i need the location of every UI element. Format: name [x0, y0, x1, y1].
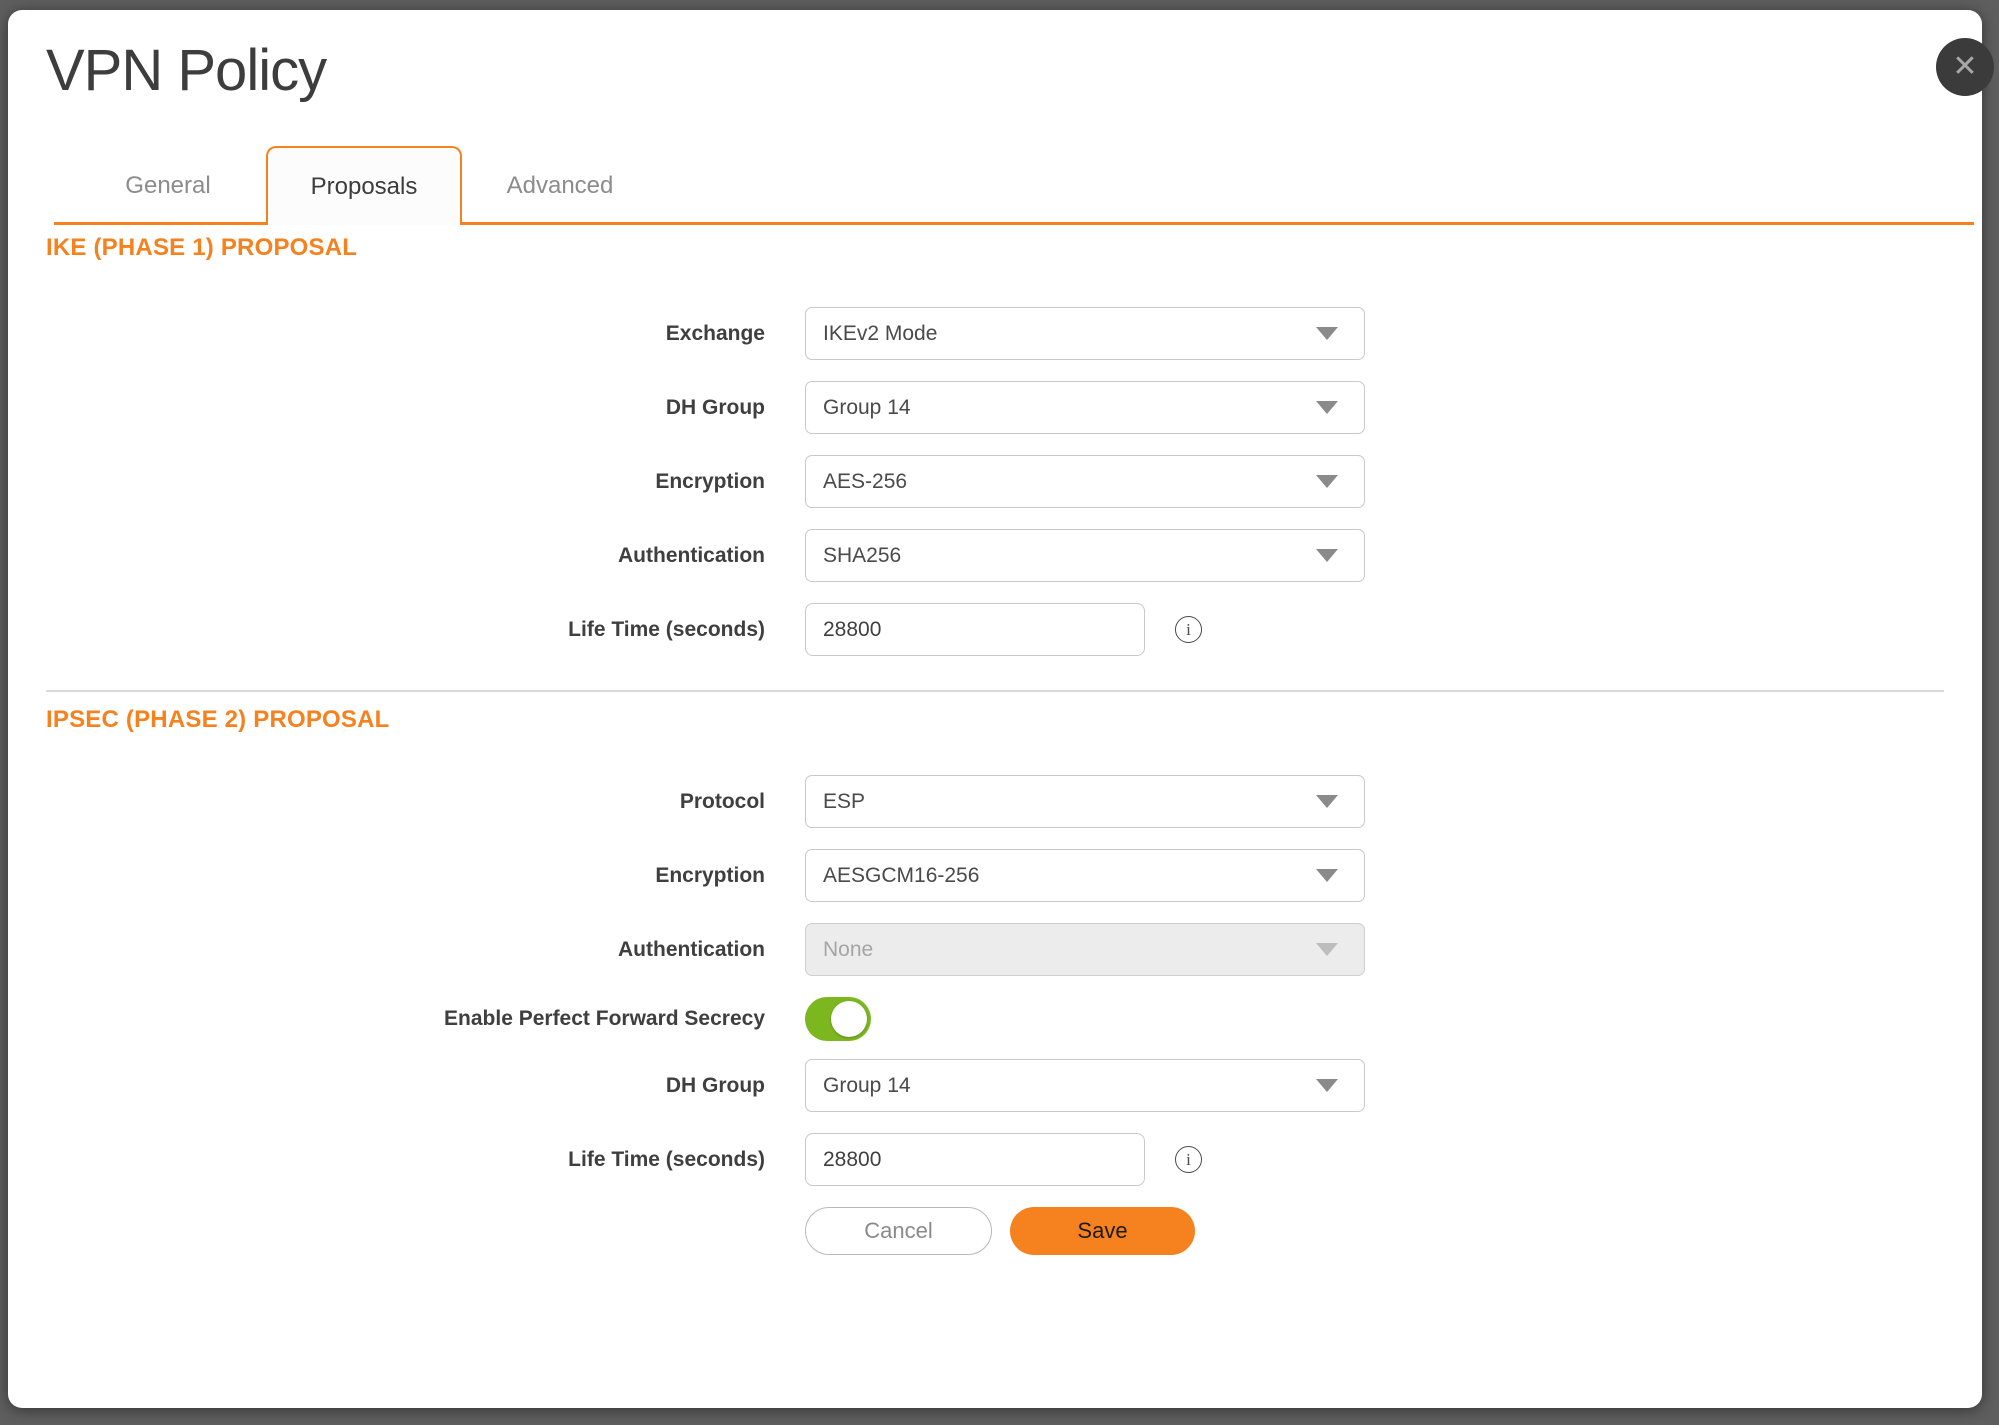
ike-dh-group-value: Group 14 — [823, 396, 911, 420]
ipsec-dh-group-label: DH Group — [46, 1074, 805, 1098]
ipsec-protocol-value: ESP — [823, 790, 865, 814]
ipsec-pfs-row: Enable Perfect Forward Secrecy — [46, 997, 1944, 1041]
info-icon: i — [1175, 616, 1202, 643]
tab-bar: General Proposals Advanced — [70, 146, 1974, 225]
ipsec-lifetime-row: Life Time (seconds) i — [46, 1133, 1944, 1186]
info-icon: i — [1175, 1146, 1202, 1173]
ipsec-encryption-row: Encryption AESGCM16-256 — [46, 849, 1944, 902]
ipsec-encryption-label: Encryption — [46, 864, 805, 888]
tab-advanced[interactable]: Advanced — [462, 146, 658, 225]
ipsec-protocol-label: Protocol — [46, 790, 805, 814]
ike-authentication-value: SHA256 — [823, 544, 901, 568]
tab-proposals[interactable]: Proposals — [266, 146, 462, 225]
tab-proposals-label: Proposals — [311, 173, 418, 201]
action-buttons-row: Cancel Save — [46, 1207, 1944, 1255]
ike-exchange-label: Exchange — [46, 322, 805, 346]
ike-authentication-label: Authentication — [46, 544, 805, 568]
ipsec-authentication-label: Authentication — [46, 938, 805, 962]
close-icon: ✕ — [1952, 50, 1977, 83]
ike-encryption-label: Encryption — [46, 470, 805, 494]
chevron-down-icon — [1316, 401, 1338, 414]
chevron-down-icon — [1316, 327, 1338, 340]
chevron-down-icon — [1316, 943, 1338, 956]
ike-encryption-value: AES-256 — [823, 470, 907, 494]
tab-general-label: General — [125, 172, 210, 200]
info-icon-glyph: i — [1186, 1151, 1191, 1168]
save-button[interactable]: Save — [1010, 1207, 1195, 1255]
ipsec-authentication-dropdown: None — [805, 923, 1365, 976]
chevron-down-icon — [1316, 549, 1338, 562]
ike-exchange-row: Exchange IKEv2 Mode — [46, 307, 1944, 360]
ipsec-encryption-dropdown[interactable]: AESGCM16-256 — [805, 849, 1365, 902]
ipsec-lifetime-input[interactable] — [805, 1133, 1145, 1186]
ipsec-dh-group-value: Group 14 — [823, 1074, 911, 1098]
toggle-knob — [831, 1001, 867, 1037]
ike-dh-group-row: DH Group Group 14 — [46, 381, 1944, 434]
ike-dh-group-dropdown[interactable]: Group 14 — [805, 381, 1365, 434]
section-divider — [46, 690, 1944, 692]
ike-lifetime-input[interactable] — [805, 603, 1145, 656]
ike-encryption-row: Encryption AES-256 — [46, 455, 1944, 508]
chevron-down-icon — [1316, 475, 1338, 488]
ike-exchange-value: IKEv2 Mode — [823, 322, 937, 346]
ike-dh-group-label: DH Group — [46, 396, 805, 420]
ipsec-protocol-dropdown[interactable]: ESP — [805, 775, 1365, 828]
ike-encryption-dropdown[interactable]: AES-256 — [805, 455, 1365, 508]
ike-exchange-dropdown[interactable]: IKEv2 Mode — [805, 307, 1365, 360]
ipsec-authentication-value: None — [823, 938, 873, 962]
ipsec-protocol-row: Protocol ESP — [46, 775, 1944, 828]
ike-lifetime-row: Life Time (seconds) i — [46, 603, 1944, 656]
page-title: VPN Policy — [46, 38, 1944, 104]
cancel-button[interactable]: Cancel — [805, 1207, 992, 1255]
info-icon-glyph: i — [1186, 621, 1191, 638]
ike-authentication-row: Authentication SHA256 — [46, 529, 1944, 582]
ipsec-lifetime-label: Life Time (seconds) — [46, 1148, 805, 1172]
close-button[interactable]: ✕ — [1936, 38, 1994, 96]
section-heading-ipsec: IPSEC (PHASE 2) PROPOSAL — [46, 705, 1944, 735]
section-heading-ike: IKE (PHASE 1) PROPOSAL — [46, 233, 1944, 263]
ipsec-dh-group-dropdown[interactable]: Group 14 — [805, 1059, 1365, 1112]
vpn-policy-dialog: VPN Policy General Proposals Advanced IK… — [8, 10, 1982, 1408]
ipsec-authentication-row: Authentication None — [46, 923, 1944, 976]
ipsec-pfs-label: Enable Perfect Forward Secrecy — [46, 1007, 805, 1031]
chevron-down-icon — [1316, 869, 1338, 882]
chevron-down-icon — [1316, 795, 1338, 808]
pfs-toggle[interactable] — [805, 997, 871, 1041]
tab-advanced-label: Advanced — [507, 172, 614, 200]
chevron-down-icon — [1316, 1079, 1338, 1092]
tab-general[interactable]: General — [70, 146, 266, 225]
ike-lifetime-label: Life Time (seconds) — [46, 618, 805, 642]
ike-authentication-dropdown[interactable]: SHA256 — [805, 529, 1365, 582]
ipsec-dh-group-row: DH Group Group 14 — [46, 1059, 1944, 1112]
ipsec-encryption-value: AESGCM16-256 — [823, 864, 979, 888]
